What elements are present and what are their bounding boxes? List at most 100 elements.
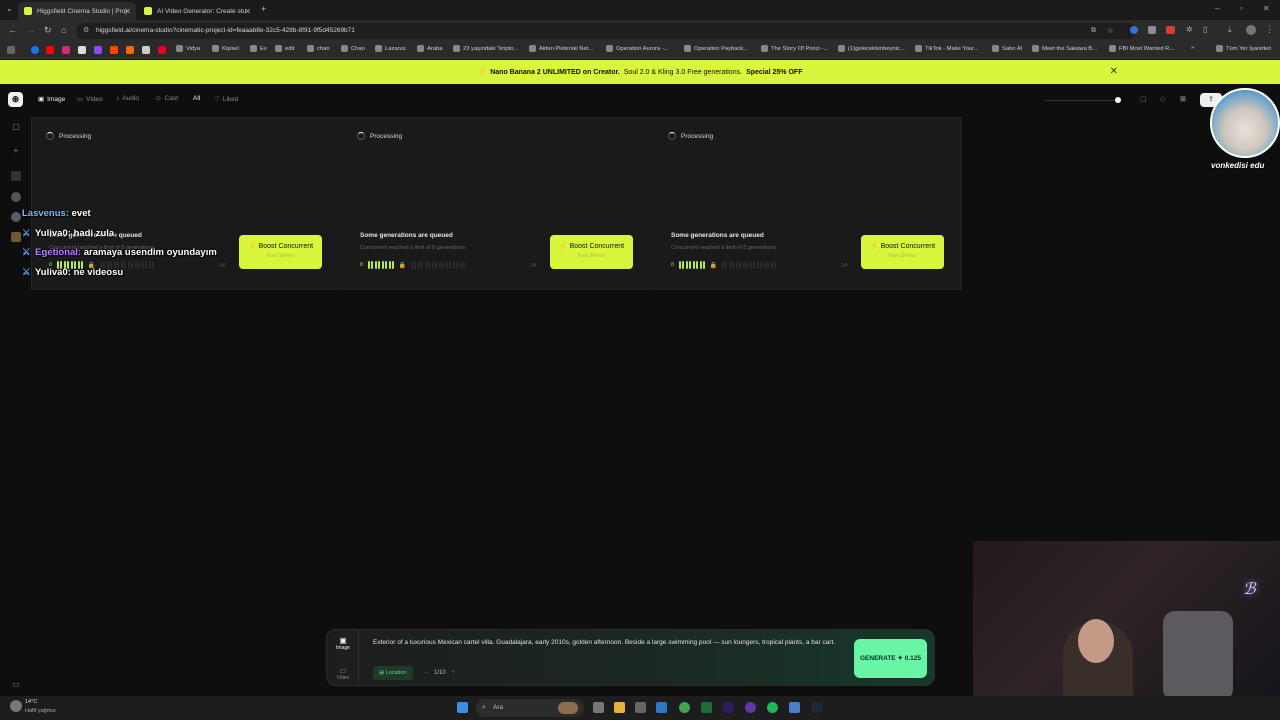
windows-start-icon[interactable] [457,702,468,713]
x-bookmark-icon[interactable] [78,46,86,54]
close-window-icon[interactable]: ✕ [1263,4,1270,13]
pinterest-bookmark-icon[interactable] [158,46,166,54]
nav-audio[interactable]: ♪ Audio [116,95,139,102]
extension-shield-icon[interactable] [1148,26,1156,34]
location-chip[interactable]: ▤ Location [373,666,413,680]
view-single-icon[interactable]: ▢ [1140,95,1147,103]
steam-icon[interactable] [811,702,822,713]
site-info-icon[interactable]: ⚙ [83,23,89,39]
maximize-icon[interactable]: ▫ [1240,4,1243,13]
panel-icon[interactable]: ▢ [11,122,21,132]
install-app-icon[interactable]: ⧉ [1091,23,1096,39]
higgsfield-logo[interactable]: ⊛ [8,92,23,107]
project-thumb-icon[interactable] [11,212,21,222]
instagram-bookmark-icon[interactable] [62,46,70,54]
zoom-slider[interactable] [1045,100,1120,101]
bookmark-payback[interactable]: Operation Payback... [684,45,748,52]
facebook-bookmark-icon[interactable] [31,46,39,54]
bookmarks-overflow-icon[interactable]: » [1191,45,1194,51]
project-thumb-icon[interactable] [11,171,21,181]
nav-video[interactable]: ▭ Video [77,95,103,104]
bookmark-chao[interactable]: Chao [341,45,365,52]
bookmark-sakawa[interactable]: Meet the Sakawa B... [1032,45,1097,52]
weather-icon[interactable] [10,700,22,712]
bookmark-fbi[interactable]: FBI Most Wanted R... [1109,45,1174,52]
bookmark-chan[interactable]: chan [307,45,330,52]
nav-image[interactable]: ▣ Image [38,95,65,104]
taskbar-search[interactable]: ⌕ Ara [476,699,584,717]
prompt-input[interactable]: Exterior of a luxurious Mexican cartel v… [373,638,843,648]
bookmark-gelecek[interactable]: (1)gelecektenbeyoic... [838,45,905,52]
tab-search-icon[interactable]: ⌄ [6,4,13,13]
youtube-bookmark-icon[interactable] [46,46,54,54]
bookmark-vidya[interactable]: Vidya [176,45,200,52]
bookmark-aurora[interactable]: Operation Aurora -... [606,45,669,52]
app-green-icon[interactable] [701,702,712,713]
spotify-icon[interactable] [767,702,778,713]
home-icon[interactable]: ⌂ [61,25,66,35]
view-grid-icon[interactable]: ⊞ [1180,95,1186,103]
bookmark-kripto[interactable]: 23 yaşındaki "kripto... [453,45,518,52]
close-icon[interactable]: ✕ [1110,66,1118,77]
mail-bookmark-icon[interactable] [142,46,150,54]
add-icon[interactable]: + [11,146,21,156]
reddit-bookmark-icon[interactable] [110,46,118,54]
close-tab-icon[interactable]: ✕ [124,7,131,16]
bookmark-ponzi[interactable]: The Story Of Ponzi -... [761,45,828,52]
bookmark-ev[interactable]: Ev [250,45,267,52]
increment-icon[interactable]: + [451,670,455,676]
browser-tab-higgsfield[interactable]: Higgsfield Cinema Studio | Proj ✕ [18,2,136,20]
generate-button[interactable]: GENERATE ✦ 0.125 [854,639,927,678]
file-explorer-icon[interactable] [614,702,625,713]
bookmark-tiktok[interactable]: TikTok - Make Your... [915,45,979,52]
profile-icon[interactable] [1246,25,1256,35]
grid-bookmark-icon[interactable] [126,46,134,54]
photos-icon[interactable] [789,702,800,713]
project-thumb-icon[interactable] [11,192,21,202]
apps-grid-icon[interactable] [7,46,15,54]
zoom-slider-knob[interactable] [1115,97,1121,103]
nav-liked[interactable]: ♡ Liked [214,95,238,104]
all-bookmarks[interactable]: Tüm Yer İşaretleri [1216,45,1271,52]
batch-count[interactable]: – 1/10 + [425,666,455,680]
twitch-bookmark-icon[interactable] [94,46,102,54]
bookmark-kisisel[interactable]: Kişisel [212,45,239,52]
bookmark-edit[interactable]: edit [275,45,294,52]
browser-tab-ai-video[interactable]: AI Video Generator: Create stu ✕ [138,2,256,20]
premiere-icon[interactable] [723,702,734,713]
task-view-icon[interactable] [593,702,604,713]
nav-all[interactable]: All [193,95,200,102]
close-tab-icon[interactable]: ✕ [244,7,251,16]
extension-puzzle-icon[interactable]: ✲ [1186,25,1193,34]
back-icon[interactable]: ← [8,25,17,35]
mode-video[interactable]: ▭ Video [327,666,359,681]
obs-icon[interactable] [745,702,756,713]
nav-cast[interactable]: ☺ Cast [155,95,178,102]
extension-blue-icon[interactable] [1130,26,1138,34]
project-thumb-icon[interactable] [11,232,21,242]
bookmark-araba[interactable]: Araba [417,45,442,52]
boost-concurrent-button[interactable]: ⚡ Boost Concurrent from $4/mo [239,235,322,269]
address-bar[interactable]: ⚙ higgsfield.ai/cinema-studio?cinematic-… [76,23,1136,39]
reload-icon[interactable]: ↻ [44,25,52,36]
menu-kebab-icon[interactable]: ⋮ [1265,24,1274,35]
forward-icon[interactable]: → [26,25,35,35]
boost-concurrent-button[interactable]: ⚡ Boost Concurrent from $4/mo [861,235,944,269]
bookmark-aiden[interactable]: Aiden Pleterski Net... [529,45,593,52]
mode-image[interactable]: ▣ Image [327,636,359,651]
new-tab-icon[interactable]: + [261,4,266,14]
bookmark-satin-al[interactable]: Satın Al [992,45,1022,52]
view-diamond-icon[interactable]: ◇ [1160,95,1165,103]
bottom-rail-icon[interactable]: ▭ [11,680,21,690]
boost-concurrent-button[interactable]: ⚡ Boost Concurrent from $4/mo [550,235,633,269]
decrement-icon[interactable]: – [425,670,428,676]
sidebar-toggle-icon[interactable]: ▯ [1203,25,1207,34]
download-icon[interactable]: ⤓ [1228,25,1232,35]
minimize-icon[interactable]: – [1215,4,1219,13]
steam-like-icon[interactable] [656,702,667,713]
bookmark-star-icon[interactable]: ☆ [1107,23,1114,39]
bookmark-lazarus[interactable]: Lazarus [375,45,406,52]
media-app-icon[interactable] [635,702,646,713]
chrome-icon[interactable] [679,702,690,713]
extension-red-icon[interactable] [1166,26,1175,34]
